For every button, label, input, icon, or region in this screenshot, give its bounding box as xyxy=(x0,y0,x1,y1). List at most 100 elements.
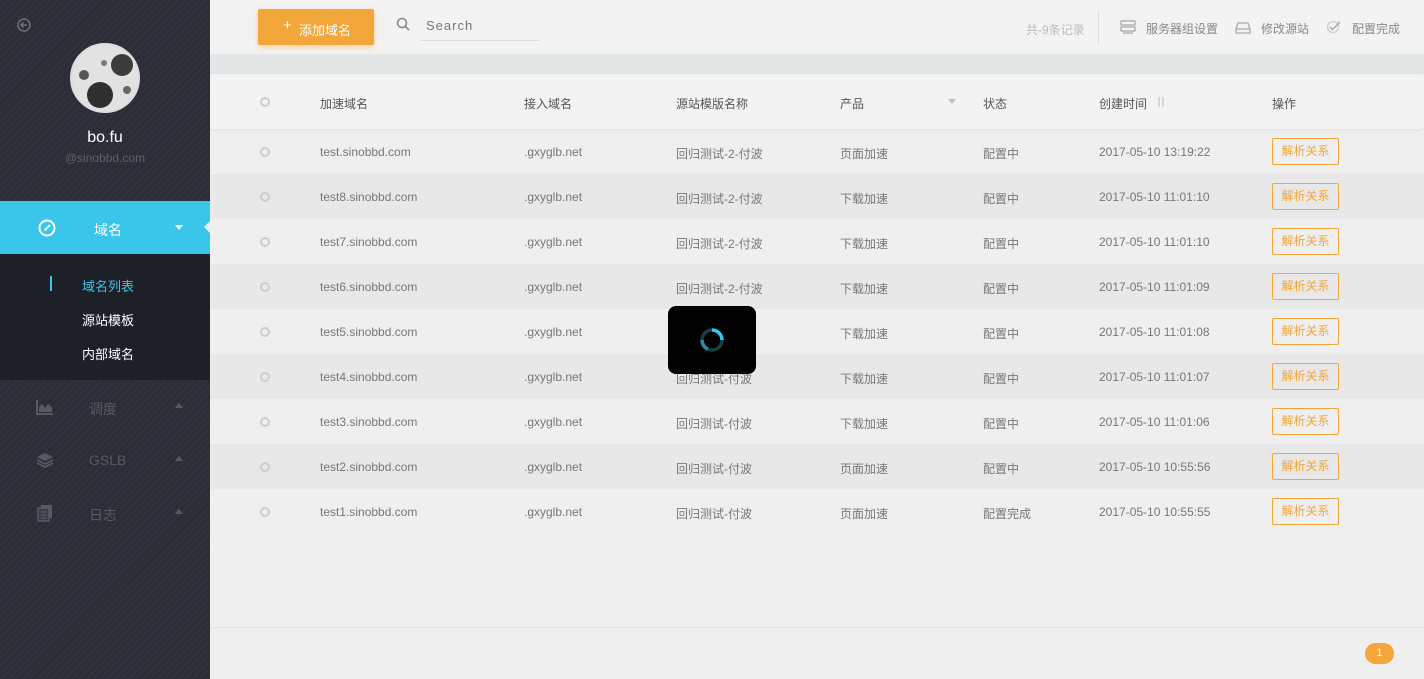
row-select-radio[interactable] xyxy=(260,327,270,337)
cell-product: 页面加速 xyxy=(840,462,889,476)
cell-domain: test2.sinobbd.com xyxy=(320,460,418,474)
layers-icon xyxy=(36,453,54,469)
drive-icon xyxy=(1235,22,1251,34)
column-header-status: 状态 xyxy=(983,97,1008,111)
avatar[interactable] xyxy=(70,43,140,113)
cell-product: 下载加速 xyxy=(840,372,889,386)
resolve-relation-button[interactable]: 解析关系 xyxy=(1272,318,1339,345)
row-select-radio[interactable] xyxy=(260,417,270,427)
table-row: test6.sinobbd.com .gxyglb.net 回归测试-2-付波 … xyxy=(210,264,1424,309)
cell-created: 2017-05-10 11:01:09 xyxy=(1099,280,1210,294)
column-header-created: 创建时间 xyxy=(1099,97,1148,111)
pagination-page[interactable]: 1 xyxy=(1365,643,1394,664)
row-select-radio[interactable] xyxy=(260,147,270,157)
cell-domain: test.sinobbd.com xyxy=(320,145,411,159)
select-all-radio[interactable] xyxy=(260,97,270,107)
cell-template: 回归测试-2-付波 xyxy=(676,282,763,296)
nav-item-logs[interactable]: 日志 xyxy=(0,486,210,539)
cell-created: 2017-05-10 11:01:10 xyxy=(1099,190,1210,204)
add-domain-button[interactable]: + 添加域名 xyxy=(258,9,374,45)
cell-cname: .gxyglb.net xyxy=(524,235,583,249)
nav-item-schedule[interactable]: 调度 xyxy=(0,380,210,433)
search-icon xyxy=(396,17,410,31)
cell-status: 配置中 xyxy=(983,327,1020,341)
table-row: test1.sinobbd.com .gxyglb.net 回归测试-付波 页面… xyxy=(210,489,1424,534)
subnav-item-domain-list[interactable]: 域名列表 xyxy=(82,276,134,295)
table-row: test7.sinobbd.com .gxyglb.net 回归测试-2-付波 … xyxy=(210,219,1424,264)
record-count: 共-9条记录 xyxy=(1026,23,1085,37)
search-input[interactable] xyxy=(420,10,540,41)
cell-cname: .gxyglb.net xyxy=(524,505,583,519)
logout-icon[interactable] xyxy=(16,17,32,33)
resolve-relation-button[interactable]: 解析关系 xyxy=(1272,363,1339,390)
cell-status: 配置中 xyxy=(983,192,1020,206)
cell-template: 回归测试-2-付波 xyxy=(676,237,763,251)
nav-item-gslb[interactable]: GSLB xyxy=(0,433,210,486)
compass-icon xyxy=(38,219,56,237)
cell-created: 2017-05-10 11:01:07 xyxy=(1099,370,1210,384)
subnav-item-origin-template[interactable]: 源站模板 xyxy=(82,310,134,329)
cell-cname: .gxyglb.net xyxy=(524,190,583,204)
filter-dropdown-icon[interactable] xyxy=(948,99,956,104)
table-row: test3.sinobbd.com .gxyglb.net 回归测试-付波 下载… xyxy=(210,399,1424,444)
column-header-domain: 加速域名 xyxy=(320,97,369,111)
resolve-relation-button[interactable]: 解析关系 xyxy=(1272,183,1339,210)
user-name: bo.fu xyxy=(87,129,123,146)
cell-created: 2017-05-10 11:01:08 xyxy=(1099,325,1210,339)
row-select-radio[interactable] xyxy=(260,282,270,292)
cell-product: 下载加速 xyxy=(840,237,889,251)
cell-cname: .gxyglb.net xyxy=(524,460,583,474)
cell-product: 下载加速 xyxy=(840,192,889,206)
cell-product: 页面加速 xyxy=(840,147,889,161)
row-select-radio[interactable] xyxy=(260,237,270,247)
cell-status: 配置中 xyxy=(983,462,1020,476)
chevron-up-icon xyxy=(175,403,183,408)
action-label: 配置完成 xyxy=(1352,22,1401,36)
cell-product: 下载加速 xyxy=(840,282,889,296)
cell-created: 2017-05-10 11:01:10 xyxy=(1099,235,1210,249)
action-label: 服务器组设置 xyxy=(1146,22,1219,36)
cell-created: 2017-05-10 10:55:56 xyxy=(1099,460,1211,474)
cell-template: 回归测试-付波 xyxy=(676,462,752,476)
cell-status: 配置中 xyxy=(983,417,1020,431)
sidebar: bo.fu @sinobbd.com 域名 域名列表 源站模板 内部域名 调度 … xyxy=(0,0,210,679)
cell-status: 配置中 xyxy=(983,372,1020,386)
row-select-radio[interactable] xyxy=(260,462,270,472)
sort-icon[interactable] xyxy=(1157,96,1165,108)
server-icon xyxy=(1120,20,1136,34)
cell-cname: .gxyglb.net xyxy=(524,145,583,159)
column-header-cname: 接入域名 xyxy=(524,97,573,111)
action-label: 修改源站 xyxy=(1261,22,1310,36)
cell-domain: test6.sinobbd.com xyxy=(320,280,418,294)
cell-domain: test7.sinobbd.com xyxy=(320,235,418,249)
check-icon xyxy=(1326,20,1341,34)
chevron-up-icon xyxy=(175,456,183,461)
nav-label: 日志 xyxy=(89,507,117,523)
resolve-relation-button[interactable]: 解析关系 xyxy=(1272,408,1339,435)
resolve-relation-button[interactable]: 解析关系 xyxy=(1272,498,1339,525)
cell-status: 配置中 xyxy=(983,237,1020,251)
nav-item-domain[interactable]: 域名 xyxy=(0,201,210,254)
column-header-template: 源站模版名称 xyxy=(676,97,749,111)
table-row: test2.sinobbd.com .gxyglb.net 回归测试-付波 页面… xyxy=(210,444,1424,489)
table-row: test5.sinobbd.com .gxyglb.net 下载加速 配置中 2… xyxy=(210,309,1424,354)
loading-overlay xyxy=(668,306,756,374)
resolve-relation-button[interactable]: 解析关系 xyxy=(1272,453,1339,480)
table-row: test8.sinobbd.com .gxyglb.net 回归测试-2-付波 … xyxy=(210,174,1424,219)
chevron-down-icon xyxy=(175,225,183,230)
toolbar-separator xyxy=(210,54,1424,74)
subnav-item-internal-domain[interactable]: 内部域名 xyxy=(82,344,134,363)
resolve-relation-button[interactable]: 解析关系 xyxy=(1272,138,1339,165)
row-select-radio[interactable] xyxy=(260,192,270,202)
row-select-radio[interactable] xyxy=(260,507,270,517)
cell-status: 配置中 xyxy=(983,147,1020,161)
resolve-relation-button[interactable]: 解析关系 xyxy=(1272,273,1339,300)
spinner-icon xyxy=(700,328,724,352)
nav-label: GSLB xyxy=(89,452,127,468)
cell-cname: .gxyglb.net xyxy=(524,370,583,384)
row-select-radio[interactable] xyxy=(260,372,270,382)
divider xyxy=(1098,10,1099,44)
resolve-relation-button[interactable]: 解析关系 xyxy=(1272,228,1339,255)
cell-cname: .gxyglb.net xyxy=(524,415,583,429)
add-domain-label: 添加域名 xyxy=(299,23,352,38)
